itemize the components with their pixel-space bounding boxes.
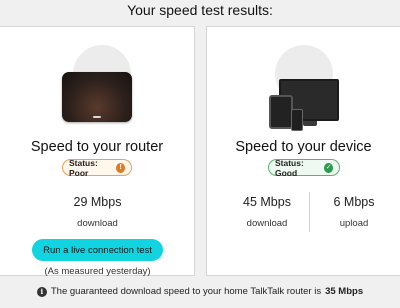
guaranteed-speed-footer: i The guaranteed download speed to your … xyxy=(0,286,400,297)
run-live-connection-test-button[interactable]: Run a live connection test xyxy=(32,239,163,261)
router-status-badge: Status: Poor ! xyxy=(62,157,132,178)
phone-image xyxy=(291,109,303,131)
info-icon: i xyxy=(36,286,47,297)
device-upload-speed: 6 Mbps xyxy=(333,195,375,209)
measured-yesterday-note: (As measured yesterday) xyxy=(44,266,151,277)
device-speed-card: Speed to your device Status: Good ✓ 45 M… xyxy=(206,26,400,276)
guaranteed-speed-value: 35 Mbps xyxy=(325,286,364,297)
device-upload-caption: upload xyxy=(339,218,369,229)
device-status-label: Status: Good xyxy=(275,157,304,178)
device-card-heading: Speed to your device xyxy=(235,139,372,155)
router-status-label: Status: Poor xyxy=(69,157,98,178)
router-download-caption: download xyxy=(77,218,118,229)
page-title: Your speed test results: xyxy=(127,2,273,18)
device-download-caption: download xyxy=(246,218,288,229)
device-status-badge: Status: Good ✓ xyxy=(268,157,340,178)
device-download-speed: 45 Mbps xyxy=(243,195,291,209)
router-download-speed: 29 Mbps xyxy=(73,195,122,209)
tablet-image xyxy=(269,95,293,129)
router-speed-card: Speed to your router Status: Poor ! 29 M… xyxy=(0,26,195,277)
checkmark-icon: ✓ xyxy=(324,162,333,173)
router-card-heading: Speed to your router xyxy=(30,139,164,155)
exclamation-icon: ! xyxy=(116,162,125,173)
monitor-stand-image xyxy=(303,121,317,126)
footer-text: The guaranteed download speed to your ho… xyxy=(50,286,322,297)
router-image xyxy=(62,72,132,122)
